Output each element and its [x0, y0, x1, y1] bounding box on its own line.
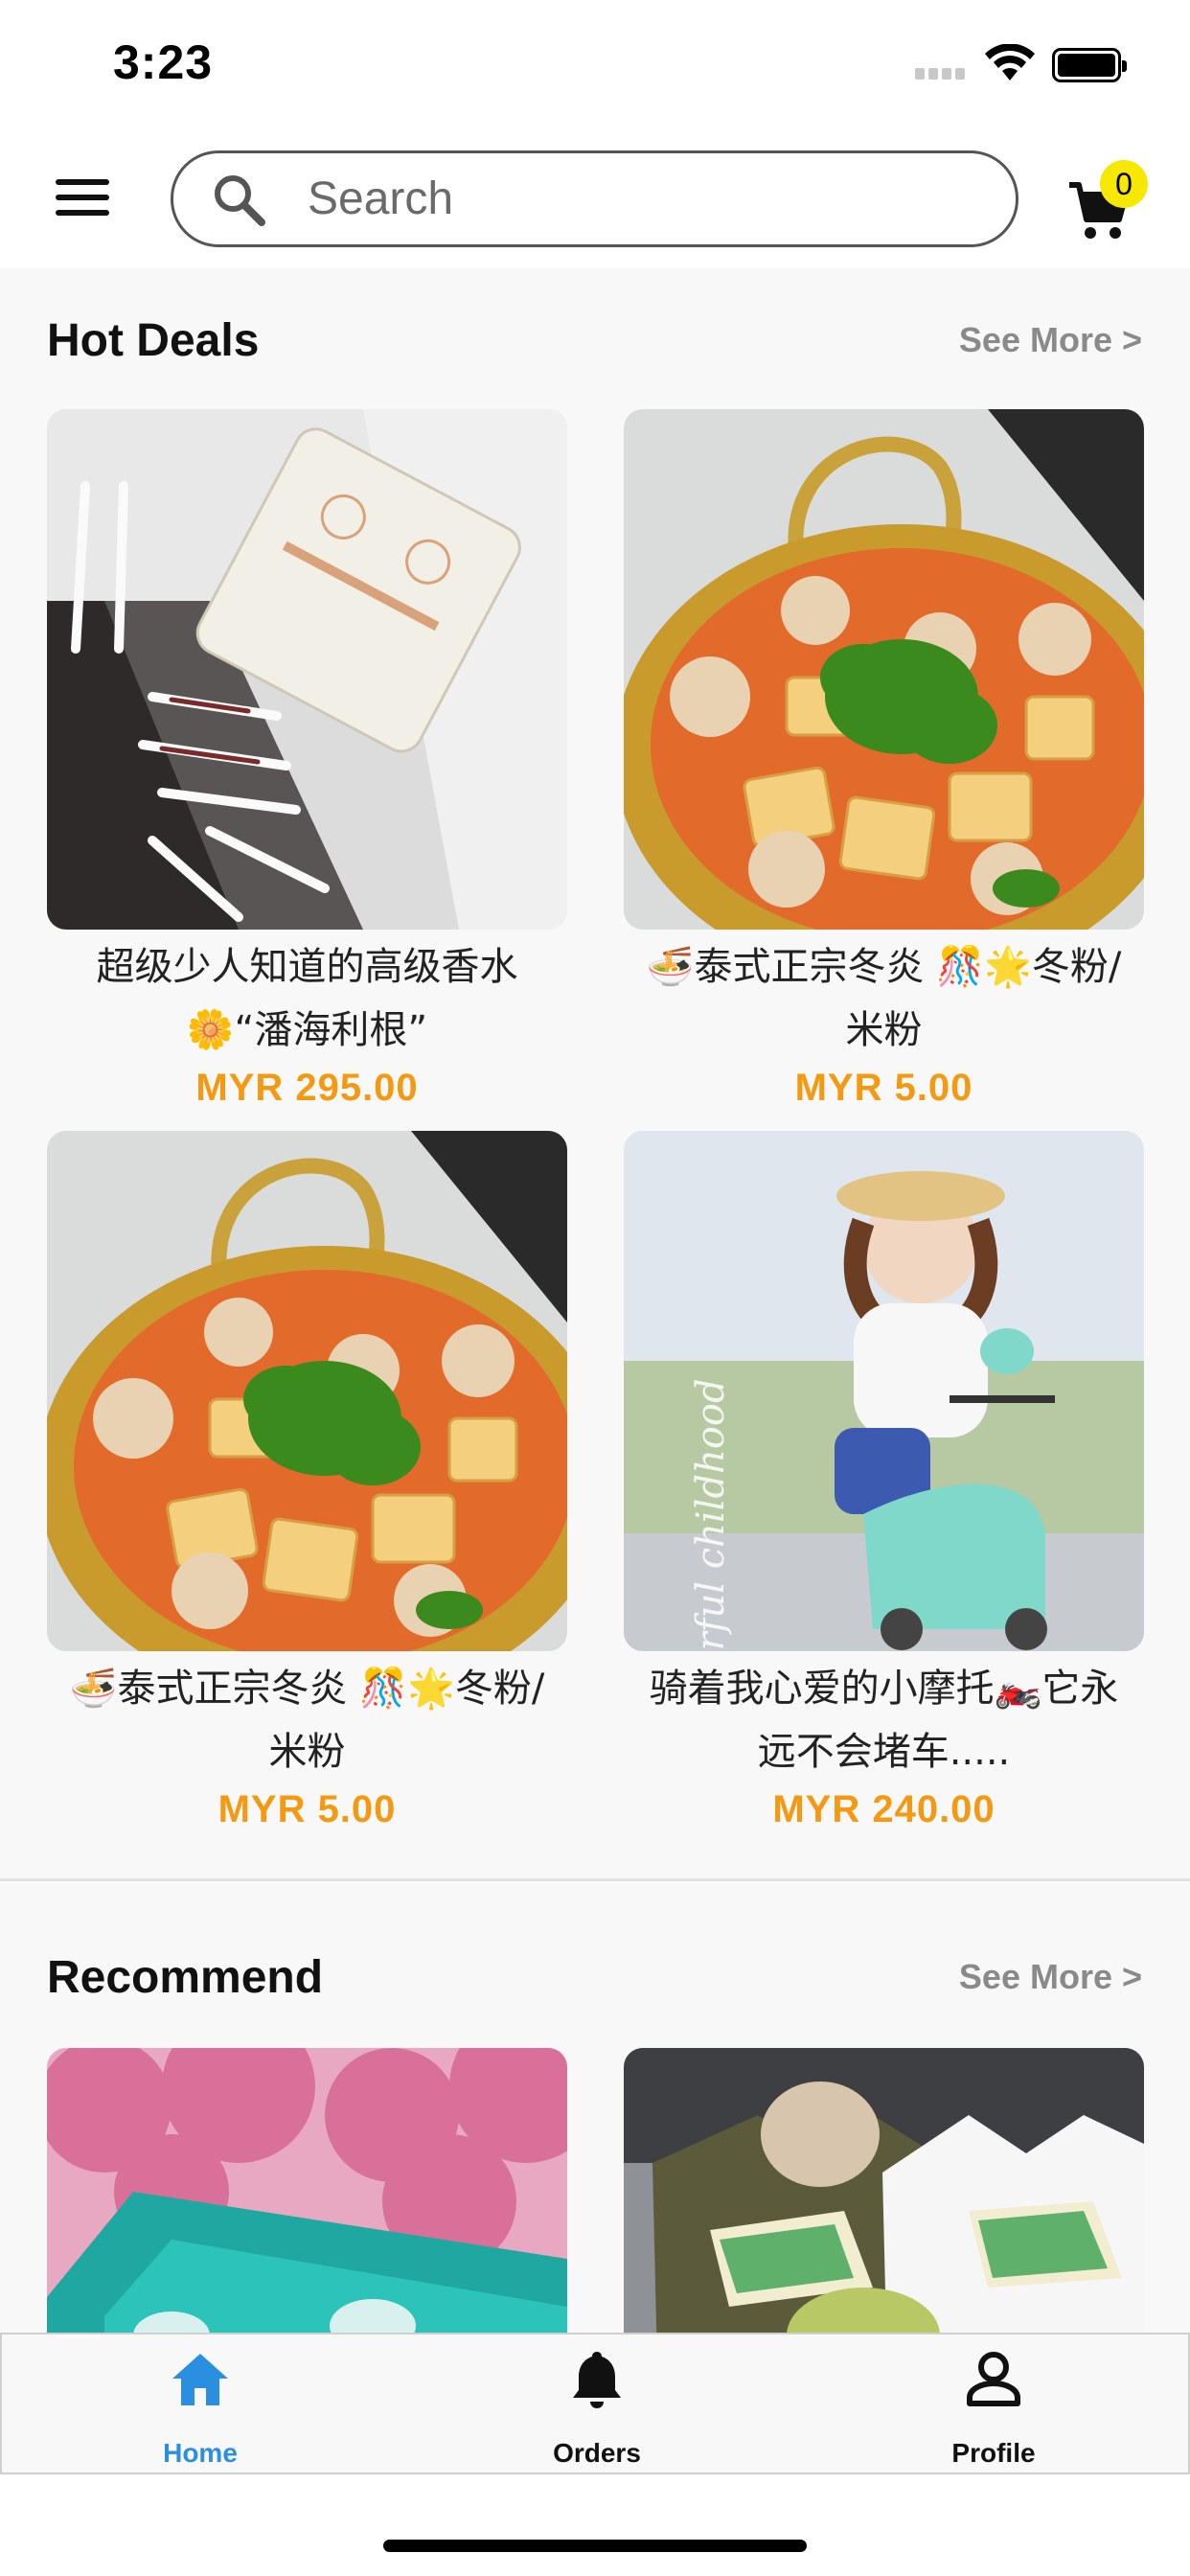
tab-home[interactable]: Home: [2, 2334, 399, 2476]
product-name: 骑着我心爱的小摩托🏍️它永远不会堵车.....: [649, 1667, 1119, 1774]
hamburger-menu-icon[interactable]: [56, 177, 111, 218]
person-icon: [967, 2352, 1020, 2406]
signal-icon: [915, 67, 971, 80]
status-bar: 3:23: [0, 0, 1190, 129]
search-input[interactable]: [308, 153, 978, 244]
product-name: 🍜泰式正宗冬炎 🎊🌟冬粉/ 米粉: [646, 945, 1122, 1052]
product-card[interactable]: [47, 2048, 567, 2333]
wifi-icon: [985, 44, 1035, 80]
product-name: 🍜泰式正宗冬炎 🎊🌟冬粉/ 米粉: [69, 1667, 545, 1774]
product-card[interactable]: Wonderful childhood 骑着我心爱的小摩托🏍️它永远不会堵车..…: [624, 1131, 1144, 1835]
bell-icon: [573, 2352, 621, 2408]
bottom-tab-bar: Home Orders Profile: [0, 2333, 1190, 2474]
product-name: 超级少人知道的高级香水🌼“潘海利根”: [96, 945, 518, 1052]
search-icon: [215, 175, 265, 226]
status-time: 3:23: [113, 35, 214, 89]
product-image-perfume[interactable]: [47, 409, 567, 930]
product-price: MYR 5.00: [794, 1067, 973, 1109]
tab-orders-label: Orders: [553, 2438, 641, 2468]
home-icon: [172, 2354, 228, 2405]
hot-deals-title: Hot Deals: [47, 315, 260, 366]
home-indicator: [383, 2540, 807, 2552]
tab-home-label: Home: [163, 2438, 238, 2468]
product-card[interactable]: 🍜泰式正宗冬炎 🎊🌟冬粉/ 米粉 MYR 5.00: [47, 1131, 567, 1835]
product-card[interactable]: 超级少人知道的高级香水🌼“潘海利根” MYR 295.00: [47, 409, 567, 1114]
image-caption: Wonderful childhood: [689, 1378, 733, 1651]
search-bar[interactable]: [171, 150, 1018, 247]
home-content[interactable]: Hot Deals See More > 超级少人知道的高级香水🌼“潘海利根” …: [0, 268, 1190, 2333]
product-image-tom-yum[interactable]: [47, 1131, 567, 1651]
app-bar: 0: [0, 129, 1190, 268]
product-image-tshirt[interactable]: [624, 2048, 1144, 2333]
product-price: MYR 295.00: [195, 1067, 419, 1109]
recommend-see-more-link[interactable]: See More >: [959, 1957, 1142, 1997]
product-image-child-scooter[interactable]: Wonderful childhood: [624, 1131, 1144, 1651]
product-card[interactable]: [624, 2048, 1144, 2333]
tab-profile-label: Profile: [951, 2438, 1036, 2468]
tab-profile[interactable]: Profile: [795, 2334, 1190, 2476]
battery-icon: [1052, 48, 1127, 82]
cart-count-badge: 0: [1100, 160, 1148, 208]
cart-button[interactable]: 0: [1065, 158, 1152, 244]
tab-orders[interactable]: Orders: [399, 2334, 795, 2476]
recommend-title: Recommend: [47, 1952, 324, 2003]
hot-deals-see-more-link[interactable]: See More >: [959, 320, 1142, 360]
product-price: MYR 240.00: [772, 1788, 995, 1830]
product-image-jewelry-box[interactable]: [47, 2048, 567, 2333]
product-image-tom-yum[interactable]: [624, 409, 1144, 930]
product-card[interactable]: 🍜泰式正宗冬炎 🎊🌟冬粉/ 米粉 MYR 5.00: [624, 409, 1144, 1114]
product-price: MYR 5.00: [217, 1788, 397, 1830]
section-divider: [0, 1878, 1190, 1881]
